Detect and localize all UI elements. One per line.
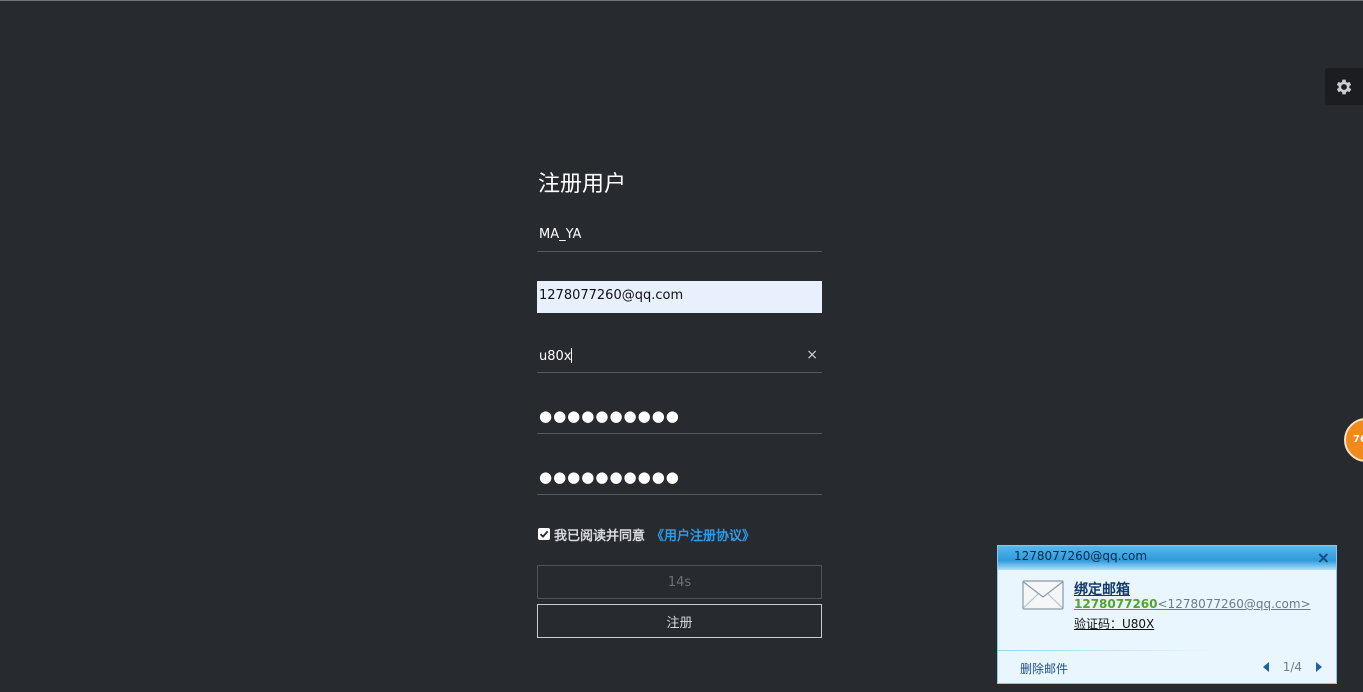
- sender-name[interactable]: 1278077260: [1074, 597, 1158, 611]
- email-notification-popup: 1278077260@qq.com × 绑定邮箱 1278077260<1278…: [997, 545, 1337, 684]
- prev-arrow-icon[interactable]: [1262, 662, 1269, 672]
- register-button[interactable]: 注册: [537, 604, 822, 638]
- email-preview[interactable]: 验证码：U80X: [1074, 615, 1154, 632]
- email-subject-link[interactable]: 绑定邮箱: [1074, 579, 1130, 599]
- page-indicator: 1/4: [1282, 660, 1302, 674]
- email-sender: 1278077260<1278077260@qq.com>: [1074, 597, 1311, 611]
- badge-count: 76: [1353, 434, 1363, 445]
- next-arrow-icon[interactable]: [1316, 662, 1322, 672]
- username-value: MA_YA: [539, 227, 582, 242]
- agreement-row: 我已阅读并同意 《用户注册协议》: [538, 525, 755, 544]
- clear-icon[interactable]: ×: [806, 347, 818, 363]
- settings-button[interactable]: [1325, 68, 1363, 105]
- floating-badge[interactable]: 76: [1344, 418, 1363, 462]
- confirm-password-value: ●●●●●●●●●●: [539, 468, 680, 486]
- sender-address[interactable]: <1278077260@qq.com>: [1158, 597, 1311, 611]
- checkmark-icon: [539, 530, 549, 538]
- notification-account: 1278077260@qq.com: [1014, 549, 1148, 563]
- delete-email-link[interactable]: 删除邮件: [1020, 660, 1068, 677]
- username-field[interactable]: MA_YA: [537, 220, 822, 252]
- notification-pager: 1/4: [1262, 660, 1322, 674]
- password-value: ●●●●●●●●●●: [539, 407, 680, 425]
- close-icon[interactable]: ×: [1317, 548, 1330, 568]
- password-field[interactable]: ●●●●●●●●●●: [537, 402, 822, 434]
- user-agreement-link[interactable]: 《用户注册协议》: [651, 525, 755, 544]
- confirm-password-field[interactable]: ●●●●●●●●●●: [537, 463, 822, 495]
- gear-icon: [1336, 79, 1352, 94]
- divider: [998, 650, 1218, 651]
- text-caret: [571, 348, 573, 363]
- agree-label: 我已阅读并同意: [554, 528, 646, 544]
- agree-checkbox[interactable]: [538, 528, 550, 540]
- captcha-value: u80x: [539, 349, 572, 364]
- top-border: [0, 0, 1363, 1]
- page-title: 注册用户: [538, 172, 627, 197]
- envelope-icon: [1022, 580, 1064, 610]
- resend-code-button[interactable]: 14s: [537, 565, 822, 599]
- email-value: 1278077260@qq.com: [539, 288, 684, 303]
- email-field[interactable]: 1278077260@qq.com: [537, 281, 822, 313]
- captcha-field[interactable]: u80x ×: [537, 341, 822, 373]
- notification-header: 1278077260@qq.com ×: [998, 546, 1336, 570]
